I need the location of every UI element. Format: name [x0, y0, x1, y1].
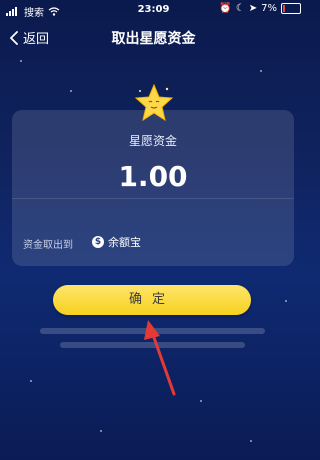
- sparkle: [250, 440, 252, 442]
- battery-icon: [281, 3, 301, 14]
- alarm-icon: ⏰: [219, 3, 232, 14]
- wish-fund-card: 星愿资金 1.00 资金取出到 $ 余额宝: [12, 110, 294, 266]
- sparkle: [20, 60, 22, 62]
- sparkle: [285, 300, 287, 302]
- divider: [12, 198, 294, 199]
- star-mascot-icon: [134, 83, 174, 122]
- battery-percent: 7%: [261, 3, 277, 14]
- destination-label: 资金取出到: [23, 240, 73, 251]
- amount-value: 1.00: [118, 160, 188, 193]
- red-annotation-arrow-icon: [144, 320, 176, 396]
- status-right: ⏰ ☾ ➤ 7%: [219, 3, 301, 14]
- sparkle: [200, 400, 202, 402]
- sparkle: [260, 70, 262, 72]
- page-title: 取出星愿资金: [111, 31, 196, 47]
- sparkle: [70, 90, 72, 92]
- moon-icon: ☾: [235, 3, 245, 14]
- sparkle: [30, 380, 32, 382]
- yuebao-coin-icon: $: [92, 236, 104, 248]
- wish-fund-label: 星愿资金: [128, 134, 177, 148]
- confirm-button[interactable]: 确定: [53, 285, 251, 315]
- destination-name: 余额宝: [108, 236, 141, 249]
- location-icon: ➤: [248, 3, 258, 14]
- status-bar: 搜索 23:09 ⏰ ☾ ➤ 7%: [0, 0, 307, 20]
- destination-selector[interactable]: $ 余额宝: [92, 234, 141, 250]
- sparkle: [100, 430, 102, 432]
- nav-bar: 返回 取出星愿资金: [0, 22, 307, 52]
